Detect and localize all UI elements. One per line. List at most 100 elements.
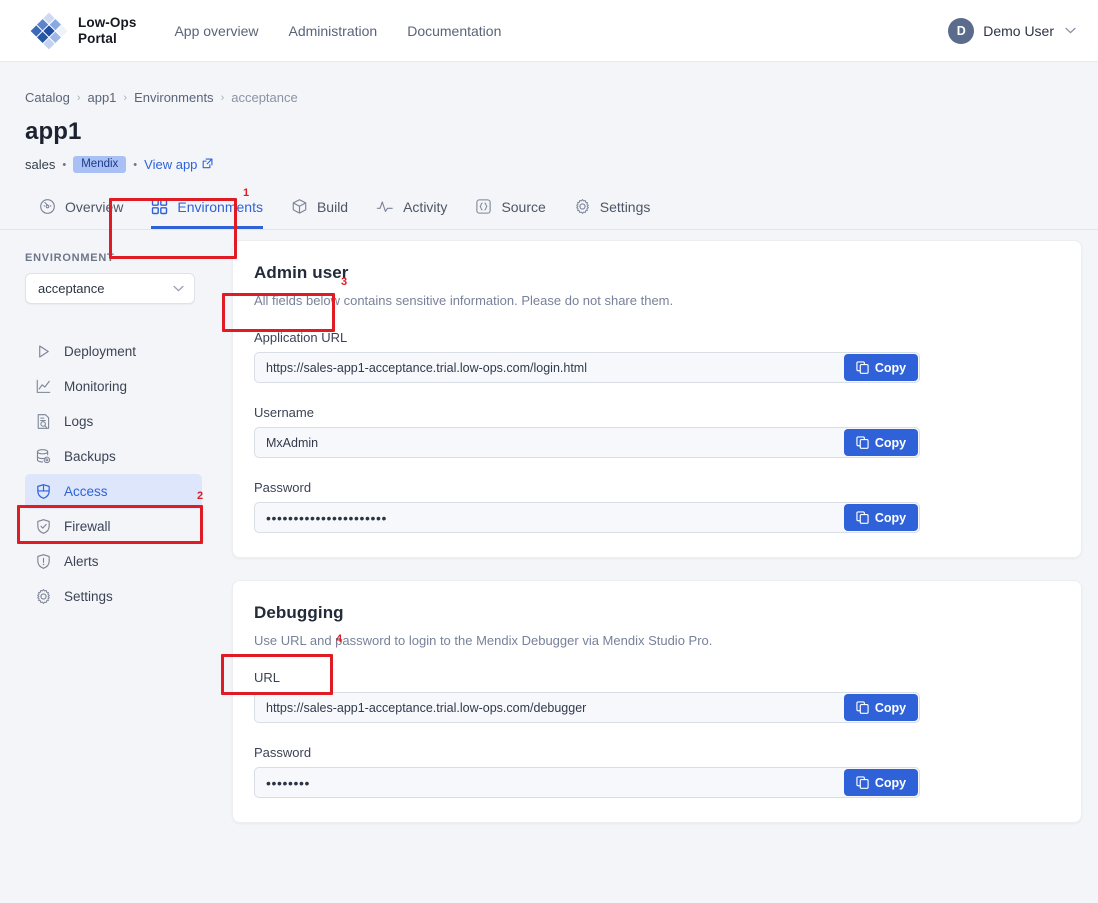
- breadcrumb-separator-icon: ›: [220, 91, 225, 104]
- breadcrumb-separator-icon: ›: [76, 91, 81, 104]
- database-gear-icon: [35, 448, 52, 465]
- environment-select[interactable]: acceptance: [25, 273, 195, 304]
- sidebar-item-alerts[interactable]: Alerts: [25, 544, 202, 579]
- app-team-name: sales: [25, 157, 56, 172]
- copy-label: Copy: [874, 435, 907, 450]
- shield-key-icon: [35, 483, 52, 500]
- sidebar-item-label: Firewall: [64, 519, 111, 534]
- copy-debug-url-button[interactable]: Copy: [844, 694, 918, 721]
- diamond-grid-logo-icon: [30, 12, 68, 50]
- tab-build[interactable]: Build: [277, 189, 362, 229]
- tab-label: Overview: [65, 198, 124, 215]
- username-value: MxAdmin: [266, 435, 319, 450]
- tab-overview[interactable]: Overview: [25, 189, 137, 229]
- sidebar-item-label: Access: [64, 484, 108, 499]
- field-debug-password: Password •••••••• Copy: [254, 745, 1060, 798]
- sidebar-item-label: Monitoring: [64, 379, 128, 394]
- document-search-icon: [35, 413, 52, 430]
- field-password: Password •••••••••••••••••••••• Copy: [254, 480, 1060, 533]
- tab-environments[interactable]: Environments: [137, 189, 277, 229]
- shield-alert-icon: [35, 553, 52, 570]
- sidebar-nav: Deployment Monitoring Logs Backups Acces…: [25, 334, 216, 614]
- chevron-down-icon: [173, 283, 184, 295]
- status-badge: Mendix: [73, 156, 127, 173]
- brand-line-2: Portal: [78, 30, 117, 46]
- sidebar-item-label: Deployment: [64, 344, 137, 359]
- admin-user-title: Admin user: [254, 263, 349, 282]
- debugging-title: Debugging: [254, 603, 344, 622]
- nav-link-documentation[interactable]: Documentation: [407, 23, 501, 39]
- input-row[interactable]: •••••••• Copy: [254, 767, 920, 798]
- shield-check-icon: [35, 518, 52, 535]
- nav-link-administration[interactable]: Administration: [289, 23, 378, 39]
- breadcrumb-item-app1[interactable]: app1: [87, 90, 116, 105]
- tab-label: Source: [501, 198, 546, 215]
- meta-dot-separator: •: [133, 158, 138, 171]
- view-app-label: View app: [144, 157, 198, 172]
- field-label: URL: [254, 670, 281, 685]
- breadcrumb-item-catalog[interactable]: Catalog: [25, 90, 70, 105]
- gauge-icon: [39, 198, 56, 215]
- input-row[interactable]: •••••••••••••••••••••• Copy: [254, 502, 920, 533]
- sidebar-item-label: Alerts: [64, 554, 99, 569]
- copy-icon: [856, 511, 869, 524]
- content-area: Admin user All fields below contains sen…: [216, 230, 1098, 845]
- tab-source[interactable]: Source: [461, 189, 559, 229]
- user-name: Demo User: [983, 22, 1054, 39]
- main-area: ENVIRONMENT acceptance Deployment Monito…: [0, 230, 1098, 845]
- brand-line-1: Low-Ops: [78, 15, 137, 31]
- line-chart-icon: [35, 378, 52, 395]
- sidebar-item-label: Backups: [64, 449, 116, 464]
- debugging-card: Debugging Use URL and password to login …: [232, 580, 1082, 823]
- tab-settings[interactable]: Settings: [560, 189, 665, 229]
- braces-icon: [475, 198, 492, 215]
- breadcrumb-item-acceptance: acceptance: [231, 90, 298, 105]
- copy-username-button[interactable]: Copy: [844, 429, 918, 456]
- field-label: Password: [254, 480, 312, 495]
- sidebar-item-deployment[interactable]: Deployment: [25, 334, 202, 369]
- play-icon: [35, 343, 52, 360]
- field-label: Application URL: [254, 330, 348, 345]
- admin-user-subtitle: All fields below contains sensitive info…: [254, 293, 674, 308]
- copy-icon: [856, 776, 869, 789]
- copy-debug-password-button[interactable]: Copy: [844, 769, 918, 796]
- input-row[interactable]: https://sales-app1-acceptance.trial.low-…: [254, 352, 920, 383]
- app-meta-row: sales • Mendix • View app: [25, 156, 1068, 173]
- box-icon: [291, 198, 308, 215]
- sidebar-item-logs[interactable]: Logs: [25, 404, 202, 439]
- field-label: Username: [254, 405, 314, 420]
- page-title: app1: [25, 118, 82, 145]
- tab-label: Environments: [177, 198, 263, 215]
- pulse-icon: [376, 198, 394, 215]
- tab-label: Activity: [403, 198, 448, 215]
- user-menu[interactable]: D Demo User: [948, 17, 1076, 44]
- sidebar-item-access[interactable]: Access: [25, 474, 202, 509]
- password-value: ••••••••••••••••••••••: [266, 509, 388, 526]
- tab-activity[interactable]: Activity: [362, 189, 461, 229]
- field-application-url: Application URL https://sales-app1-accep…: [254, 330, 1060, 383]
- copy-label: Copy: [874, 700, 907, 715]
- page-header: Catalog › app1 › Environments › acceptan…: [0, 62, 1098, 173]
- sidebar-item-label: Settings: [64, 589, 113, 604]
- meta-dot-separator: •: [62, 158, 67, 171]
- main-nav-links: App overview Administration Documentatio…: [174, 23, 501, 39]
- copy-application-url-button[interactable]: Copy: [844, 354, 918, 381]
- input-row[interactable]: https://sales-app1-acceptance.trial.low-…: [254, 692, 920, 723]
- breadcrumb-item-environments[interactable]: Environments: [134, 90, 213, 105]
- sidebar-section-label: ENVIRONMENT: [25, 252, 115, 264]
- sidebar-item-firewall[interactable]: Firewall: [25, 509, 202, 544]
- view-app-link[interactable]: View app: [144, 157, 213, 172]
- nav-link-app-overview[interactable]: App overview: [174, 23, 258, 39]
- sidebar-item-settings[interactable]: Settings: [25, 579, 202, 614]
- field-debug-url: URL https://sales-app1-acceptance.trial.…: [254, 670, 1060, 723]
- sidebar-item-monitoring[interactable]: Monitoring: [25, 369, 202, 404]
- copy-password-button[interactable]: Copy: [844, 504, 918, 531]
- input-row[interactable]: MxAdmin Copy: [254, 427, 920, 458]
- breadcrumb: Catalog › app1 › Environments › acceptan…: [25, 90, 1068, 105]
- environment-select-value: acceptance: [38, 281, 105, 296]
- sidebar-item-backups[interactable]: Backups: [25, 439, 202, 474]
- breadcrumb-separator-icon: ›: [123, 91, 128, 104]
- page-body: Catalog › app1 › Environments › acceptan…: [0, 62, 1098, 903]
- chevron-down-icon: [1065, 25, 1076, 37]
- brand-logo[interactable]: Low-Ops Portal: [30, 12, 136, 50]
